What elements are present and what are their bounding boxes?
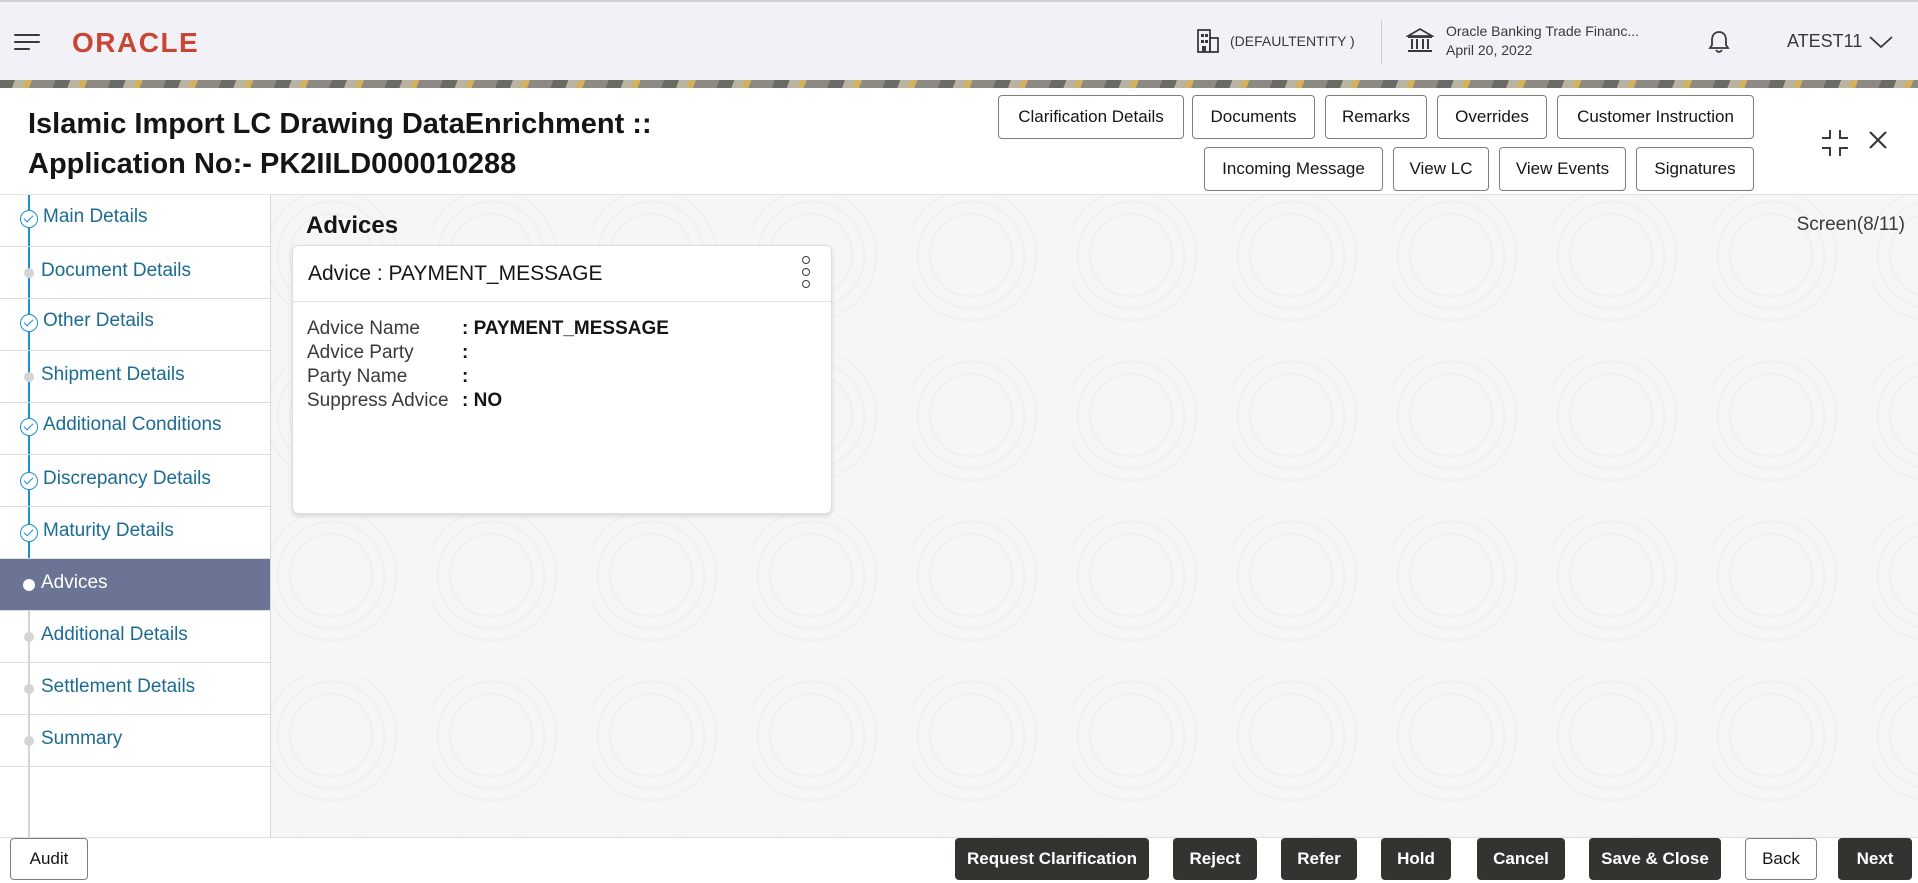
nav-item-label: Discrepancy Details <box>43 468 211 489</box>
page-title: Islamic Import LC Drawing DataEnrichment… <box>28 104 652 184</box>
section-title: Advices <box>306 212 399 239</box>
building-icon <box>1197 29 1219 53</box>
advice-card-title: Advice : PAYMENT_MESSAGE <box>308 262 603 285</box>
nav-item-label: Advices <box>41 572 108 593</box>
nav-item-label: Shipment Details <box>41 364 185 385</box>
save-close-button[interactable]: Save & Close <box>1589 838 1721 880</box>
check-icon <box>20 418 38 436</box>
page-title-line1: Islamic Import LC Drawing DataEnrichment… <box>28 108 652 140</box>
entity-selector[interactable]: (DEFAULTENTITY ) <box>1196 28 1355 54</box>
clarification-details-button[interactable]: Clarification Details <box>998 95 1184 139</box>
field-key: Suppress Advice <box>307 390 449 411</box>
advice-card-header: Advice : PAYMENT_MESSAGE <box>293 246 831 302</box>
chevron-down-icon <box>1869 35 1893 48</box>
nav-item-label: Summary <box>41 728 123 749</box>
nav-item-main-details[interactable]: Main Details <box>0 195 270 247</box>
nav-item-label: Maturity Details <box>43 520 174 541</box>
nav-item-label: Other Details <box>43 310 154 331</box>
nav-item-label: Settlement Details <box>41 676 196 697</box>
field-value: : <box>462 366 469 387</box>
app-name: Oracle Banking Trade Financ... <box>1446 23 1639 39</box>
field-value: : NO <box>462 390 503 411</box>
nav-item-label: Additional Details <box>41 624 188 645</box>
field-value: : PAYMENT_MESSAGE <box>462 318 669 339</box>
current-step-icon <box>23 579 35 591</box>
nav-item-summary[interactable]: Summary <box>0 715 270 767</box>
view-lc-button[interactable]: View LC <box>1393 147 1489 191</box>
customer-instruction-button[interactable]: Customer Instruction <box>1557 95 1754 139</box>
train-stop-navigation: Main Details Document Details Other Deta… <box>0 195 271 837</box>
close-icon[interactable] <box>1866 128 1890 152</box>
cancel-button[interactable]: Cancel <box>1477 838 1565 880</box>
nav-item-discrepancy-details[interactable]: Discrepancy Details <box>0 455 270 507</box>
application-number: Application No:- PK2IILD000010288 <box>28 148 517 180</box>
kebab-icon[interactable] <box>799 256 813 290</box>
request-clarification-button[interactable]: Request Clarification <box>955 838 1149 880</box>
nav-item-label: Additional Conditions <box>43 414 222 435</box>
field-key: Advice Party <box>307 342 414 363</box>
oracle-logo[interactable]: ORACLE <box>72 27 199 59</box>
nav-item-label: Main Details <box>43 206 148 227</box>
refer-button[interactable]: Refer <box>1281 838 1357 880</box>
remarks-button[interactable]: Remarks <box>1325 95 1427 139</box>
advice-card[interactable]: Advice : PAYMENT_MESSAGE Advice Name : PA… <box>292 245 832 514</box>
user-name: ATEST11 <box>1787 31 1863 51</box>
nav-item-settlement-details[interactable]: Settlement Details <box>0 663 270 715</box>
hold-button[interactable]: Hold <box>1381 838 1451 880</box>
next-button[interactable]: Next <box>1838 838 1912 880</box>
check-icon <box>20 472 38 490</box>
suppress-advice-row: Suppress Advice : NO <box>307 389 502 413</box>
app-date: April 20, 2022 <box>1446 42 1533 58</box>
nav-item-document-details[interactable]: Document Details <box>0 247 270 299</box>
field-key: Party Name <box>307 366 408 387</box>
nav-item-additional-details[interactable]: Additional Details <box>0 611 270 663</box>
pending-dot-icon <box>24 632 34 642</box>
top-header: ORACLE (DEFAULTENTITY ) Oracle Banking T… <box>0 0 1918 80</box>
audit-button[interactable]: Audit <box>10 838 88 880</box>
main-content: Advices Screen(8/11) Advice : PAYMENT_ME… <box>271 195 1918 837</box>
nav-item-shipment-details[interactable]: Shipment Details <box>0 351 270 403</box>
maximize-icon[interactable] <box>1820 128 1850 158</box>
bank-icon <box>1406 27 1434 52</box>
nav-item-maturity-details[interactable]: Maturity Details <box>0 507 270 559</box>
entity-label: (DEFAULTENTITY ) <box>1230 33 1355 49</box>
pending-dot-icon <box>24 736 34 746</box>
header-divider <box>1381 20 1382 64</box>
screen-counter: Screen(8/11) <box>1796 214 1905 235</box>
pending-dot-icon <box>24 268 34 278</box>
reject-button[interactable]: Reject <box>1173 838 1257 880</box>
app-branch-info[interactable]: Oracle Banking Trade Financ... April 20,… <box>1406 22 1639 60</box>
check-icon <box>20 210 38 228</box>
pending-dot-icon <box>24 372 34 382</box>
party-name-row: Party Name: <box>307 365 468 389</box>
nav-item-other-details[interactable]: Other Details <box>0 299 270 351</box>
overrides-button[interactable]: Overrides <box>1437 95 1547 139</box>
nav-item-advices[interactable]: Advices <box>0 559 270 611</box>
user-menu[interactable]: ATEST11 <box>1787 31 1894 52</box>
advice-party-row: Advice Party: <box>307 341 468 365</box>
view-events-button[interactable]: View Events <box>1499 147 1626 191</box>
bell-icon[interactable] <box>1708 30 1730 59</box>
check-icon <box>20 314 38 332</box>
signatures-button[interactable]: Signatures <box>1636 147 1754 191</box>
nav-item-label: Document Details <box>41 260 191 281</box>
title-bar: Islamic Import LC Drawing DataEnrichment… <box>0 88 1918 195</box>
documents-button[interactable]: Documents <box>1192 95 1315 139</box>
field-value: : <box>462 342 469 363</box>
advice-name-row: Advice Name : PAYMENT_MESSAGE <box>307 317 669 341</box>
check-icon <box>20 524 38 542</box>
hamburger-icon[interactable] <box>14 32 40 52</box>
back-button[interactable]: Back <box>1745 838 1817 880</box>
pending-dot-icon <box>24 684 34 694</box>
field-key: Advice Name <box>307 318 420 339</box>
nav-item-additional-conditions[interactable]: Additional Conditions <box>0 403 270 455</box>
incoming-message-button[interactable]: Incoming Message <box>1204 147 1383 191</box>
